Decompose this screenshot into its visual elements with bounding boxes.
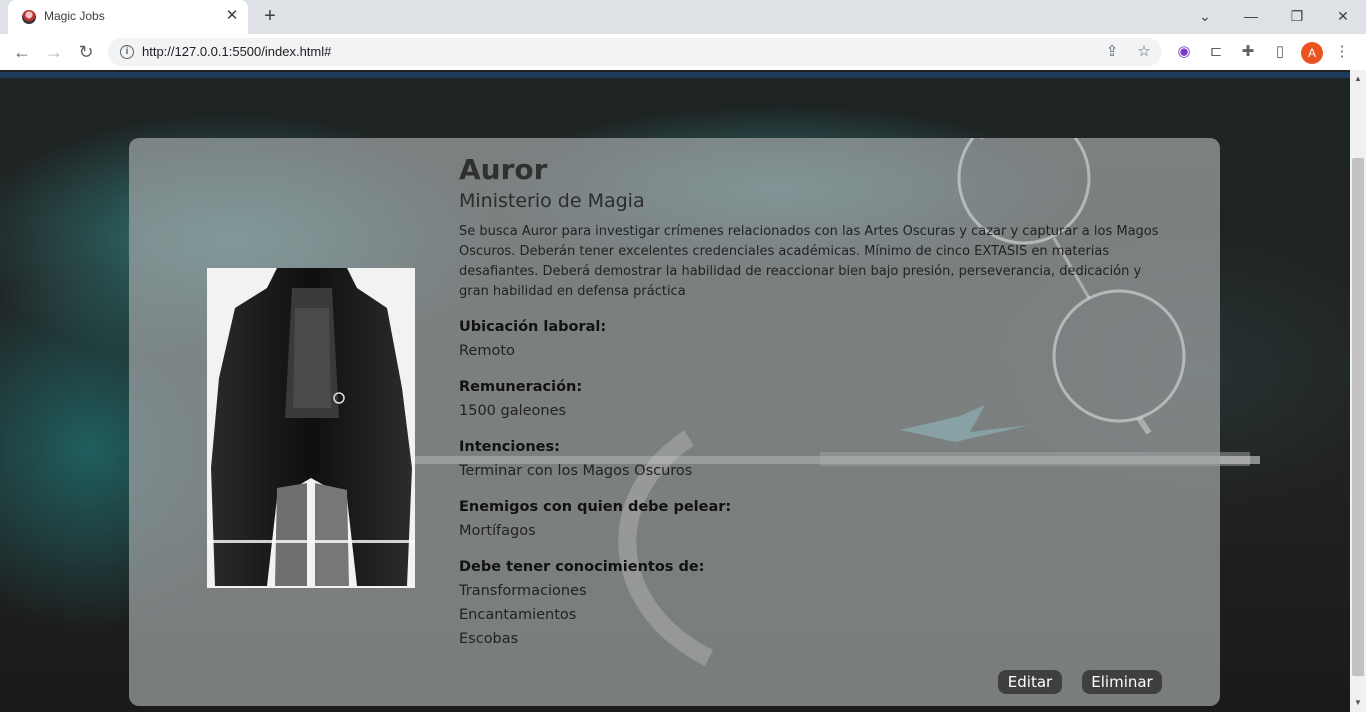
browser-menu-icon[interactable]: ⋮: [1332, 42, 1352, 62]
location-value: Remoto: [459, 343, 515, 359]
address-bar[interactable]: i http://127.0.0.1:5500/index.html# ⇪ ☆: [108, 38, 1162, 66]
side-panel-icon[interactable]: ▯: [1270, 42, 1290, 62]
job-title: Auror: [459, 153, 548, 186]
job-card: Auror Ministerio de Magia Se busca Auror…: [129, 138, 1220, 706]
skill-item: Transformaciones: [459, 583, 587, 599]
page-viewport: Auror Ministerio de Magia Se busca Auror…: [0, 70, 1350, 712]
job-photo: [207, 268, 415, 588]
extension-circle-icon[interactable]: ◉: [1174, 42, 1194, 62]
skill-item: Escobas: [459, 631, 519, 647]
enemies-label: Enemigos con quien debe pelear:: [459, 499, 732, 515]
reload-icon[interactable]: ↻: [74, 40, 98, 64]
extension-code-icon[interactable]: ⊏: [1206, 42, 1226, 62]
extensions-puzzle-icon[interactable]: ✚: [1238, 42, 1258, 62]
url-text[interactable]: http://127.0.0.1:5500/index.html#: [142, 44, 331, 59]
page-scrollbar[interactable]: ▲ ▼: [1350, 70, 1366, 712]
job-description: Se busca Auror para investigar crímenes …: [459, 224, 1159, 299]
scroll-up-arrow-icon[interactable]: ▲: [1354, 74, 1362, 83]
auror-figure-image: [207, 268, 415, 588]
skill-item: Encantamientos: [459, 607, 577, 623]
share-icon[interactable]: ⇪: [1102, 42, 1122, 62]
skills-list: Transformaciones Encantamientos Escobas: [459, 579, 1159, 651]
back-arrow-icon[interactable]: ←: [10, 40, 34, 64]
restore-button[interactable]: ❐: [1274, 0, 1320, 32]
salary-label: Remuneración:: [459, 379, 583, 395]
browser-toolbar: ← → ↻ i http://127.0.0.1:5500/index.html…: [0, 34, 1366, 70]
close-window-button[interactable]: ✕: [1320, 0, 1366, 32]
tab-search-icon[interactable]: ⌄: [1182, 0, 1228, 32]
browser-tab-strip: Magic Jobs ✕ + ⌄ — ❐ ✕: [0, 0, 1366, 34]
delete-button[interactable]: Eliminar: [1082, 670, 1162, 694]
intentions-value: Terminar con los Magos Oscuros: [459, 463, 693, 479]
enemies-value: Mortífagos: [459, 523, 536, 539]
job-details: Auror Ministerio de Magia Se busca Auror…: [459, 152, 1159, 651]
bookmark-star-icon[interactable]: ☆: [1134, 42, 1154, 62]
location-label: Ubicación laboral:: [459, 319, 607, 335]
minimize-button[interactable]: —: [1228, 0, 1274, 32]
forward-arrow-icon[interactable]: →: [42, 40, 66, 64]
edit-button[interactable]: Editar: [998, 670, 1062, 694]
tab-close-icon[interactable]: ✕: [222, 6, 242, 26]
new-tab-button[interactable]: +: [258, 5, 282, 29]
tab-favicon-icon: [22, 10, 36, 24]
browser-tab[interactable]: Magic Jobs ✕: [8, 0, 248, 34]
intentions-label: Intenciones:: [459, 439, 560, 455]
profile-avatar[interactable]: A: [1301, 42, 1323, 64]
scroll-down-arrow-icon[interactable]: ▼: [1354, 698, 1362, 707]
skills-label: Debe tener conocimientos de:: [459, 559, 705, 575]
job-company: Ministerio de Magia: [459, 190, 645, 212]
site-info-icon[interactable]: i: [120, 45, 134, 59]
salary-value: 1500 galeones: [459, 403, 567, 419]
tab-title: Magic Jobs: [44, 9, 105, 23]
scrollbar-thumb[interactable]: [1352, 158, 1364, 676]
